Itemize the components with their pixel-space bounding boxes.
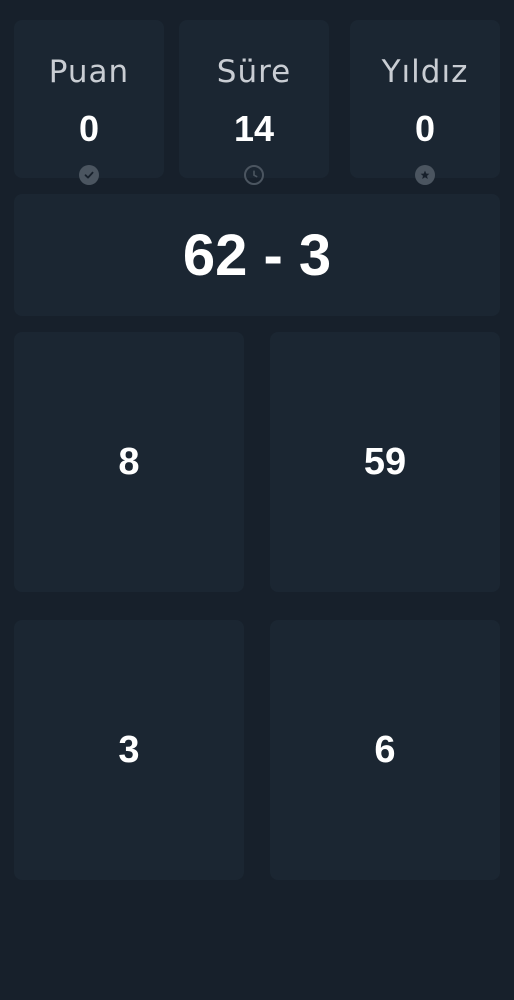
stars-label: Yıldız [381,54,469,90]
question-text: 62 - 3 [182,222,332,288]
check-icon [79,165,99,185]
time-card: Süre 14 [179,20,329,185]
answer-value-2: 59 [363,440,407,483]
time-value: 14 [233,108,275,149]
answer-value-1: 8 [118,440,140,483]
stars-card: Yıldız 0 [350,20,500,185]
stars-value: 0 [414,108,436,149]
answer-button-4[interactable]: 6 [270,620,500,880]
clock-icon [244,165,264,185]
answer-value-3: 3 [118,728,140,771]
question-panel: 62 - 3 [14,194,500,316]
answer-button-2[interactable]: 59 [270,332,500,592]
score-label: Puan [48,54,130,90]
score-card: Puan 0 [14,20,164,185]
star-icon [415,165,435,185]
time-label: Süre [216,54,292,90]
answer-button-1[interactable]: 8 [14,332,244,592]
answer-button-3[interactable]: 3 [14,620,244,880]
answer-value-4: 6 [374,728,396,771]
score-value: 0 [78,108,100,149]
